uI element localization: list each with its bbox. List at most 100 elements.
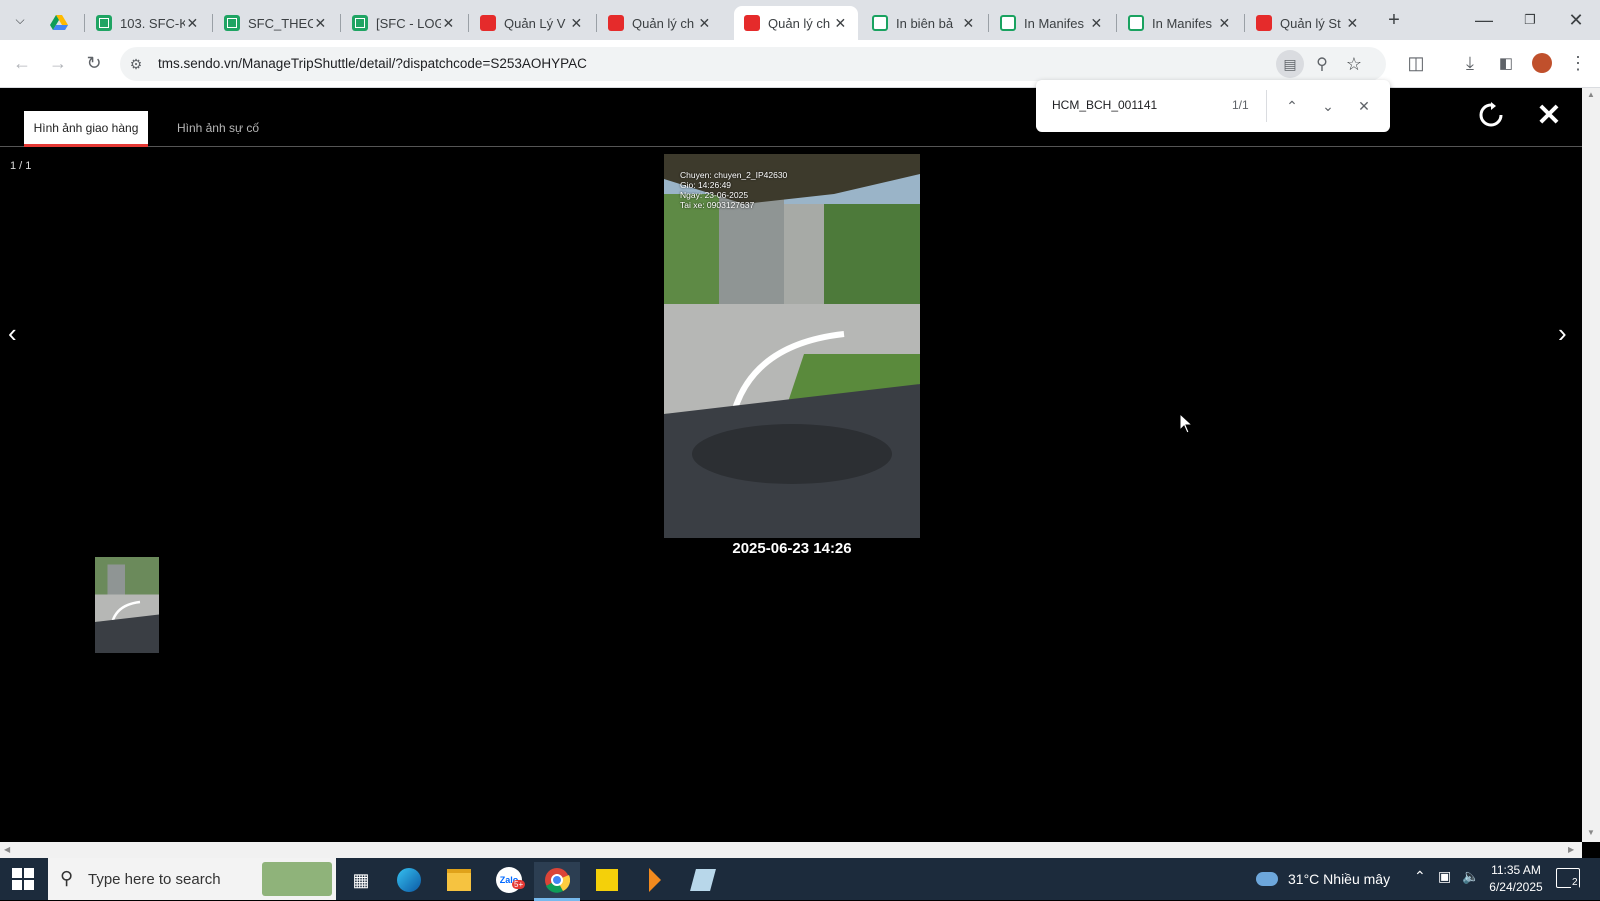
download-icon[interactable]: ⤓ xyxy=(1456,49,1484,77)
address-bar[interactable]: ⚙ tms.sendo.vn/ManageTripShuttle/detail/… xyxy=(120,47,1386,81)
app-blue-icon[interactable] xyxy=(680,862,726,898)
close-tab-icon[interactable]: ✕ xyxy=(697,15,712,31)
notification-center-icon[interactable]: 2 xyxy=(1556,868,1580,888)
file-explorer-icon[interactable] xyxy=(436,862,482,898)
sticky-notes-icon[interactable] xyxy=(584,862,630,898)
clock[interactable]: 11:35 AM 6/24/2025 xyxy=(1486,862,1546,896)
zoom-magnifier-icon[interactable]: ⚲ xyxy=(1308,50,1336,78)
scroll-down-arrow-icon[interactable]: ▼ xyxy=(1587,828,1595,837)
find-previous-chevron-up-icon[interactable]: ⌃ xyxy=(1278,92,1306,120)
horizontal-scrollbar[interactable]: ◀ ▶ xyxy=(0,842,1582,858)
find-input[interactable]: HCM_BCH_001141 xyxy=(1052,98,1157,112)
edge-browser-icon[interactable] xyxy=(386,862,432,898)
scroll-up-arrow-icon[interactable]: ▲ xyxy=(1587,90,1595,99)
url-text[interactable]: tms.sendo.vn/ManageTripShuttle/detail/?d… xyxy=(158,56,587,71)
delivery-photo[interactable]: Chuyen: chuyen_2_IP42630 Gio: 14:26:49 N… xyxy=(664,154,920,538)
prev-image-chevron-icon[interactable]: ‹ xyxy=(8,318,17,349)
sendo-icon xyxy=(744,15,760,31)
scroll-left-arrow-icon[interactable]: ◀ xyxy=(4,845,10,854)
close-tab-icon[interactable]: ✕ xyxy=(185,15,200,31)
page-search-icon[interactable]: ▤ xyxy=(1276,50,1304,78)
reload-icon[interactable]: ↻ xyxy=(80,49,108,77)
tab-title: Quản lý St xyxy=(1280,15,1341,31)
find-close-icon[interactable]: ✕ xyxy=(1350,92,1378,120)
close-tab-icon[interactable]: ✕ xyxy=(313,15,328,31)
close-tab-icon[interactable]: ✕ xyxy=(1089,15,1104,31)
tab-10[interactable]: Quản lý St ✕ xyxy=(1246,6,1370,40)
close-tab-icon[interactable]: ✕ xyxy=(441,15,456,31)
network-icon[interactable]: ▣ xyxy=(1438,868,1451,885)
image-counter: 1 / 1 xyxy=(10,160,32,172)
tab-search-chevron-icon[interactable]: ⌵ xyxy=(6,6,34,34)
green-circle-icon xyxy=(1128,15,1144,31)
clock-date: 6/24/2025 xyxy=(1489,880,1543,894)
tab-3[interactable]: [SFC - LOG ✕ xyxy=(342,6,466,40)
side-panel-icon[interactable]: ◧ xyxy=(1492,49,1520,77)
tab-title: 103. SFC-K xyxy=(120,15,185,31)
new-tab-plus-icon[interactable]: + xyxy=(1380,6,1408,34)
sheets-icon xyxy=(352,15,368,31)
divider xyxy=(1266,90,1267,122)
find-next-chevron-down-icon[interactable]: ⌄ xyxy=(1314,92,1342,120)
task-view-icon[interactable]: ▦ xyxy=(338,862,384,898)
sheets-icon xyxy=(96,15,112,31)
app-orange-icon[interactable] xyxy=(632,862,678,898)
close-tab-icon[interactable]: ✕ xyxy=(833,15,848,31)
tab-2[interactable]: SFC_THEO ✕ xyxy=(214,6,338,40)
weather-cloud-icon[interactable] xyxy=(1256,872,1278,886)
sendo-icon xyxy=(608,15,624,31)
overlay-line: Tai xe: 0903127637 xyxy=(680,200,755,210)
minimize-icon[interactable]: — xyxy=(1470,6,1498,34)
next-image-chevron-icon[interactable]: › xyxy=(1558,318,1567,349)
tab-delivery-images[interactable]: Hình ảnh giao hàng xyxy=(24,111,148,147)
tab-7[interactable]: In biên bả ✕ xyxy=(862,6,986,40)
find-in-page-bar: HCM_BCH_001141 1/1 ⌃ ⌄ ✕ xyxy=(1036,80,1390,132)
tab-1[interactable]: 103. SFC-K ✕ xyxy=(86,6,210,40)
window-close-icon[interactable]: ✕ xyxy=(1562,6,1590,34)
forward-arrow-icon[interactable]: → xyxy=(44,49,72,77)
vertical-scrollbar[interactable]: ▲ ▼ xyxy=(1582,88,1600,842)
zalo-icon[interactable]: Zalo 5+ xyxy=(486,862,532,898)
scroll-right-arrow-icon[interactable]: ▶ xyxy=(1568,845,1574,854)
green-circle-icon xyxy=(872,15,888,31)
site-info-icon[interactable]: ⚙ xyxy=(122,50,150,78)
tab-4[interactable]: Quản Lý V ✕ xyxy=(470,6,594,40)
tab-incident-images[interactable]: Hình ảnh sự cố xyxy=(154,111,282,144)
restore-icon[interactable]: ❐ xyxy=(1516,6,1544,34)
chrome-icon[interactable] xyxy=(534,862,580,901)
profile-avatar[interactable] xyxy=(1532,53,1552,73)
close-tab-icon[interactable]: ✕ xyxy=(1217,15,1232,31)
tab-5[interactable]: Quản lý ch ✕ xyxy=(598,6,722,40)
tab-9[interactable]: In Manifes ✕ xyxy=(1118,6,1242,40)
extensions-puzzle-icon[interactable]: ◫ xyxy=(1402,49,1430,77)
close-tab-icon[interactable]: ✕ xyxy=(961,15,976,31)
taskbar-search-box[interactable]: ⚲ Type here to search xyxy=(48,858,336,900)
photo-overlay-text: Chuyen: chuyen_2_IP42630 Gio: 14:26:49 N… xyxy=(680,170,787,210)
rotate-icon[interactable] xyxy=(1476,100,1506,130)
tab-8[interactable]: In Manifes ✕ xyxy=(990,6,1114,40)
volume-icon[interactable]: 🔈 xyxy=(1462,868,1479,885)
clock-time: 11:35 AM xyxy=(1491,863,1541,877)
green-circle-icon xyxy=(1000,15,1016,31)
tab-title: Quản lý ch xyxy=(632,15,695,31)
bookmark-star-icon[interactable]: ☆ xyxy=(1340,50,1368,78)
menu-kebab-icon[interactable]: ⋮ xyxy=(1564,49,1592,77)
windows-start-icon[interactable] xyxy=(12,868,34,890)
show-hidden-icons-chevron-icon[interactable]: ⌃ xyxy=(1414,868,1426,885)
close-viewer-icon[interactable]: ✕ xyxy=(1534,99,1564,132)
close-tab-icon[interactable]: ✕ xyxy=(569,15,584,31)
tab-google-drive[interactable] xyxy=(40,6,80,40)
sheets-icon xyxy=(224,15,240,31)
weather-text[interactable]: 31°C Nhiều mây xyxy=(1288,871,1390,887)
tab-title: [SFC - LOG xyxy=(376,15,441,31)
close-tab-icon[interactable]: ✕ xyxy=(1345,15,1360,31)
back-arrow-icon[interactable]: ← xyxy=(8,49,36,77)
tab-6-active[interactable]: Quản lý ch ✕ xyxy=(734,6,858,40)
search-placeholder: Type here to search xyxy=(88,871,221,888)
tab-title: In Manifes xyxy=(1152,15,1212,31)
notification-count: 2 xyxy=(1571,877,1579,888)
find-match-count: 1/1 xyxy=(1232,98,1249,112)
tab-title: In Manifes xyxy=(1024,15,1084,31)
sendo-icon xyxy=(1256,15,1272,31)
photo-thumbnail[interactable] xyxy=(95,557,159,653)
